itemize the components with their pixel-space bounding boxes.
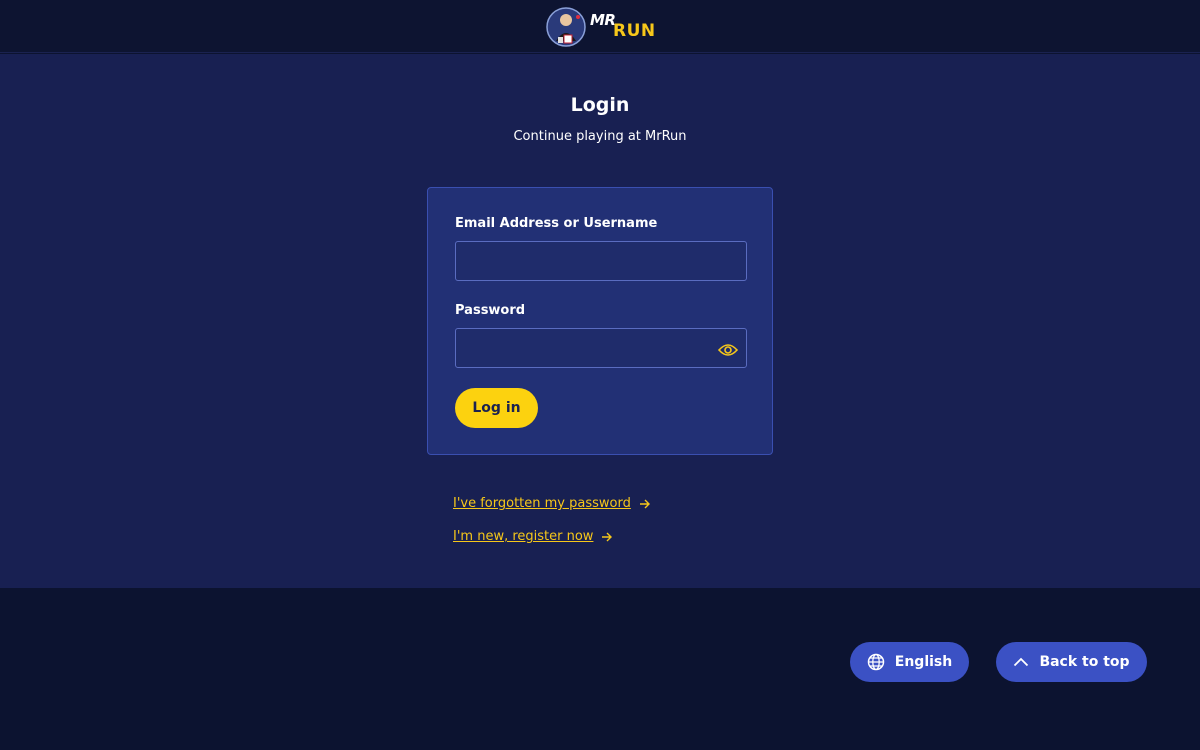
mrrun-logo[interactable]: MR RUN: [544, 5, 662, 49]
language-button[interactable]: English: [850, 642, 969, 682]
show-password-button[interactable]: [716, 338, 740, 362]
logo-mr-text: MR: [590, 11, 616, 29]
back-to-top-button[interactable]: Back to top: [996, 642, 1147, 682]
globe-icon: [867, 653, 885, 671]
footer: English Back to top: [0, 588, 1200, 750]
arrow-right-icon: [639, 499, 651, 509]
password-input[interactable]: [455, 328, 747, 368]
eye-icon: [718, 344, 738, 356]
chevron-up-icon: [1014, 657, 1029, 667]
email-label: Email Address or Username: [455, 216, 658, 231]
language-label: English: [894, 654, 953, 670]
logo-run-text: RUN: [613, 21, 656, 41]
page-title: Login: [570, 94, 630, 116]
page-subtitle: Continue playing at MrRun: [513, 129, 687, 144]
login-section: Login Continue playing at MrRun Email Ad…: [0, 54, 1200, 588]
top-bar: MR RUN: [0, 0, 1200, 53]
register-link[interactable]: I'm new, register now: [453, 529, 613, 544]
forgot-password-label: I've forgotten my password: [453, 496, 631, 511]
logo-mascot-icon: [546, 7, 586, 47]
back-to-top-label: Back to top: [1039, 654, 1130, 670]
arrow-right-icon: [601, 532, 613, 542]
forgot-password-link[interactable]: I've forgotten my password: [453, 496, 651, 511]
login-form: Email Address or Username Password Log i…: [427, 187, 773, 455]
email-input[interactable]: [455, 241, 747, 281]
login-button[interactable]: Log in: [455, 388, 538, 428]
password-label: Password: [455, 303, 526, 318]
register-label: I'm new, register now: [453, 529, 594, 544]
